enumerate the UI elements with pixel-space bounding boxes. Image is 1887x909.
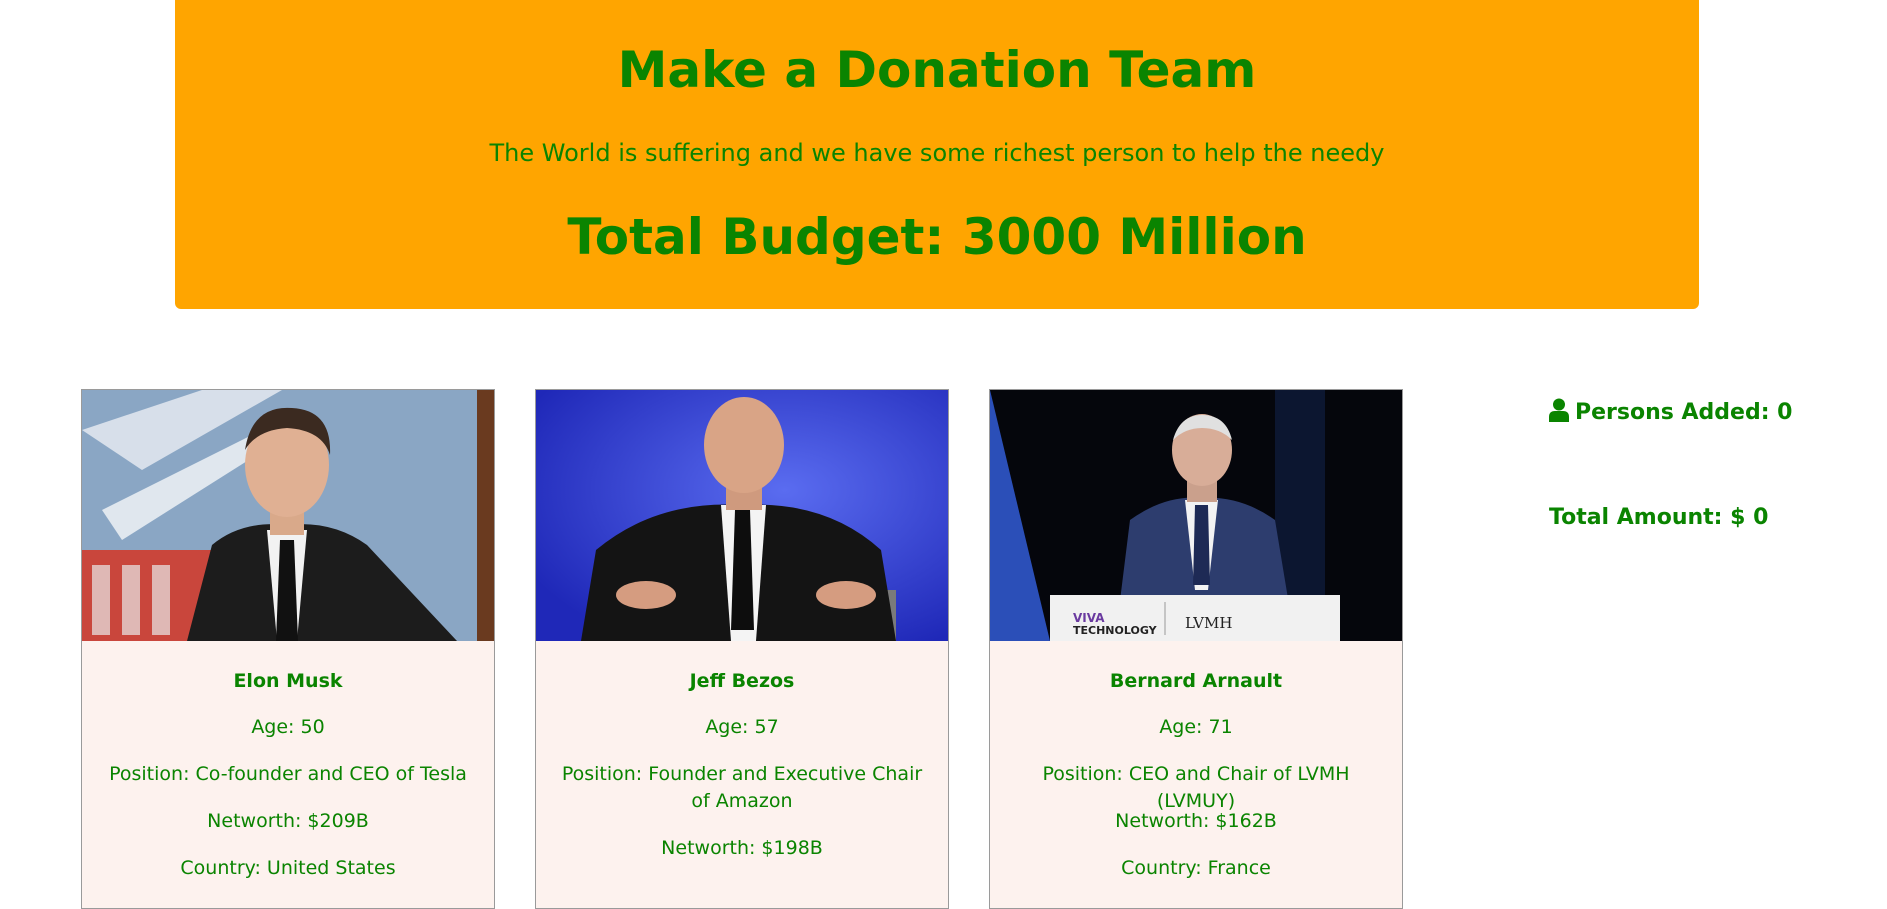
person-country: Country: France [1121, 857, 1271, 879]
persons-added: Persons Added: 0 [1575, 400, 1793, 425]
person-name: Elon Musk [233, 670, 343, 692]
person-name: Jeff Bezos [689, 670, 795, 692]
person-age: Age: 57 [705, 716, 779, 738]
person-photo [536, 390, 948, 641]
person-photo-image [82, 390, 494, 641]
person-card-elon-musk: Elon Musk Age: 50 Position: Co-founder a… [81, 389, 495, 909]
person-networth: Networth: $162B [1115, 810, 1277, 832]
banner-lvmh: LVMH [1185, 614, 1233, 632]
page-title: Make a Donation Team [617, 41, 1257, 99]
person-photo-image [536, 390, 948, 641]
person-position: Position: Founder and Executive Chair of… [561, 763, 923, 812]
person-photo [82, 390, 494, 641]
hero-banner: Make a Donation Team The World is suffer… [175, 0, 1699, 309]
person-age: Age: 71 [1159, 716, 1233, 738]
total-budget: Total Budget: 3000 Million [567, 208, 1307, 266]
person-age: Age: 50 [251, 716, 325, 738]
person-card-bernard-arnault: VIVA TECHNOLOGY LVMH Bernard Arnault Age… [989, 389, 1403, 909]
person-name: Bernard Arnault [1109, 670, 1283, 692]
person-position: Position: Co-founder and CEO of Tesla [109, 763, 467, 785]
page-subtitle: The World is suffering and we have some … [489, 139, 1385, 167]
person-position: Position: CEO and Chair of LVMH (LVMUY) [1042, 763, 1350, 812]
person-country: Country: United States [180, 857, 396, 879]
banner-viva: VIVA [1073, 611, 1105, 625]
persons-added-row: Persons Added: 0 [1549, 397, 1792, 429]
person-photo-image [990, 390, 1402, 641]
total-amount: Total Amount: $ 0 [1549, 505, 1769, 530]
person-photo: VIVA TECHNOLOGY LVMH [990, 390, 1402, 641]
person-card-jeff-bezos: Jeff Bezos Age: 57 Position: Founder and… [535, 389, 949, 909]
banner-technology: TECHNOLOGY [1073, 624, 1157, 637]
person-networth: Networth: $209B [207, 810, 369, 832]
user-icon [1549, 398, 1569, 422]
person-networth: Networth: $198B [661, 837, 823, 859]
